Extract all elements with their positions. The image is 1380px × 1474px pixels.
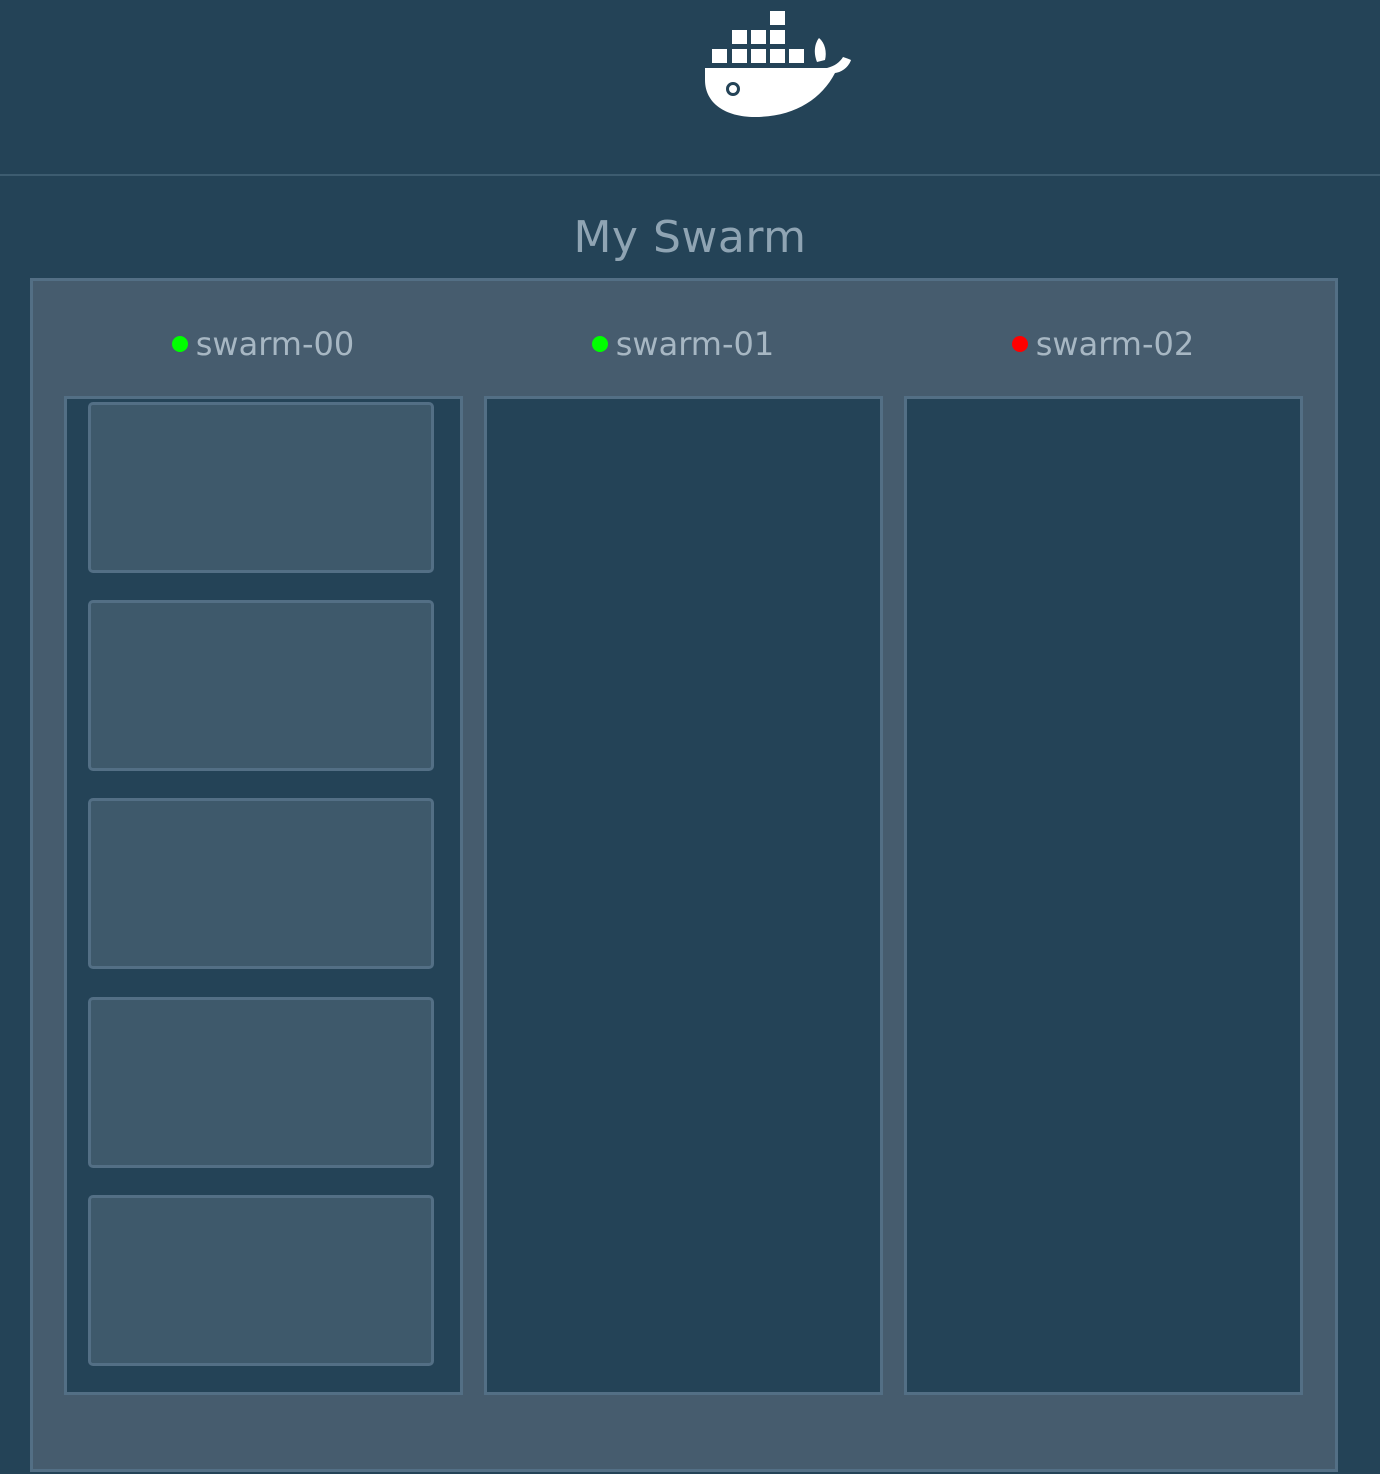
status-up-icon (171, 336, 188, 352)
node-header-swarm-01: swarm-01 (484, 318, 882, 370)
node-name: swarm-00 (195, 325, 355, 363)
container-card[interactable] (88, 798, 434, 969)
top-header (0, 0, 1380, 176)
container-card[interactable] (88, 997, 434, 1168)
container-card[interactable] (88, 600, 434, 771)
container-card[interactable] (88, 402, 434, 573)
node-header-swarm-02: swarm-02 (904, 318, 1302, 370)
page-title: My Swarm (573, 212, 807, 263)
node-name: swarm-02 (1035, 325, 1195, 363)
status-down-icon (1011, 336, 1028, 352)
node-header-swarm-00: swarm-00 (64, 318, 462, 370)
node-column-swarm-02 (904, 396, 1303, 1395)
docker-logo-icon (705, 11, 851, 117)
container-card[interactable] (88, 1195, 434, 1366)
node-column-swarm-00 (64, 396, 463, 1395)
node-name: swarm-01 (615, 325, 775, 363)
node-column-swarm-01 (484, 396, 883, 1395)
status-up-icon (591, 336, 608, 352)
